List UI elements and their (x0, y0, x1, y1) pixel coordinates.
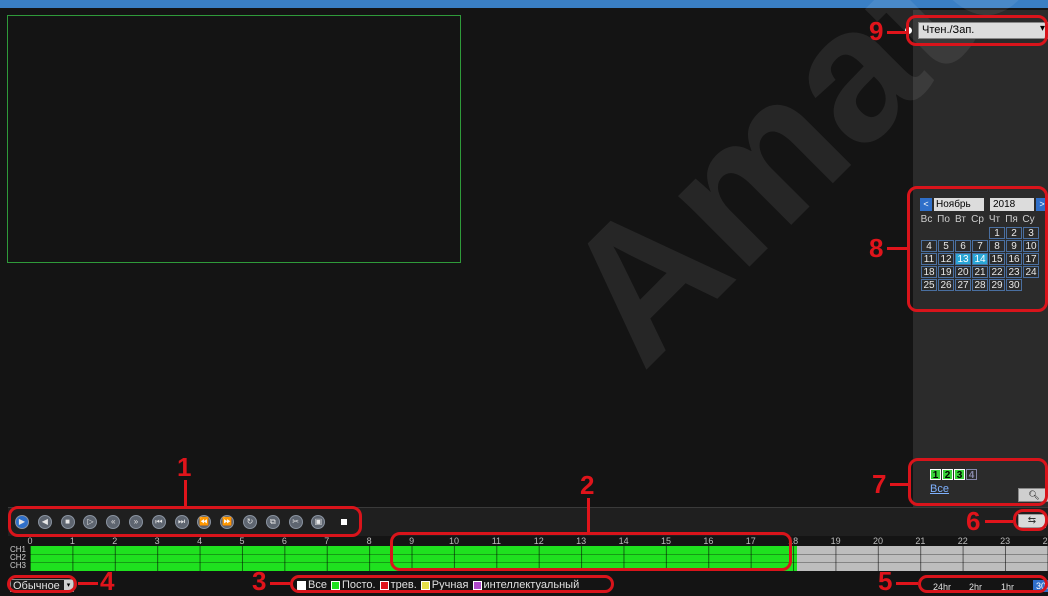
annotation-connector (890, 483, 908, 486)
hour-tick-label: 5 (239, 536, 245, 546)
annotation-number: 3 (252, 566, 267, 596)
hour-tick-label: 19 (830, 536, 841, 546)
annotation-box-9 (906, 15, 1048, 46)
hour-tick-label: 8 (366, 536, 372, 546)
annotation-box-4 (7, 575, 77, 593)
video-preview[interactable] (7, 15, 461, 263)
annotation-connector (78, 582, 98, 585)
annotation-box-8 (907, 186, 1048, 312)
annotation-connector (184, 480, 187, 506)
annotation-number: 4 (100, 566, 115, 596)
annotation-connector (587, 498, 590, 532)
annotation-box-3 (290, 575, 614, 593)
timeline-channel-labels: CH1 CH2 CH3 (10, 546, 26, 570)
hour-tick-label: 4 (197, 536, 203, 546)
annotation-box-5 (918, 575, 1048, 593)
annotation-number: 9 (869, 16, 884, 46)
annotation-box-1 (8, 506, 362, 537)
hour-tick-label: 22 (957, 536, 968, 546)
annotation-number: 6 (966, 506, 981, 536)
hour-tick-label: 0 (27, 536, 33, 546)
annotation-number: 2 (580, 470, 595, 500)
annotation-connector (270, 582, 290, 585)
annotation-box-6 (1013, 509, 1048, 531)
hour-tick-label: 7 (324, 536, 330, 546)
annotation-number: 7 (872, 469, 887, 499)
annotation-number: 1 (177, 452, 192, 482)
hour-tick-label: 6 (281, 536, 287, 546)
annotation-connector (896, 582, 918, 585)
hour-tick-label: 2 (112, 536, 118, 546)
hour-tick-label: 24 (1042, 536, 1048, 546)
annotation-connector (887, 247, 907, 250)
hour-tick-label: 3 (154, 536, 160, 546)
hour-tick-label: 23 (1000, 536, 1011, 546)
annotation-box-2 (390, 532, 792, 571)
hour-tick-label: 21 (915, 536, 926, 546)
hour-tick-label: 20 (872, 536, 884, 546)
annotation-number: 8 (869, 233, 884, 263)
hour-tick-label: 1 (69, 536, 75, 546)
annotation-number: 5 (878, 566, 893, 596)
annotation-connector (985, 520, 1013, 523)
channel-label: CH3 (10, 561, 27, 570)
annotation-box-7 (908, 458, 1048, 506)
annotation-connector (887, 31, 906, 34)
top-bar (0, 0, 1048, 8)
